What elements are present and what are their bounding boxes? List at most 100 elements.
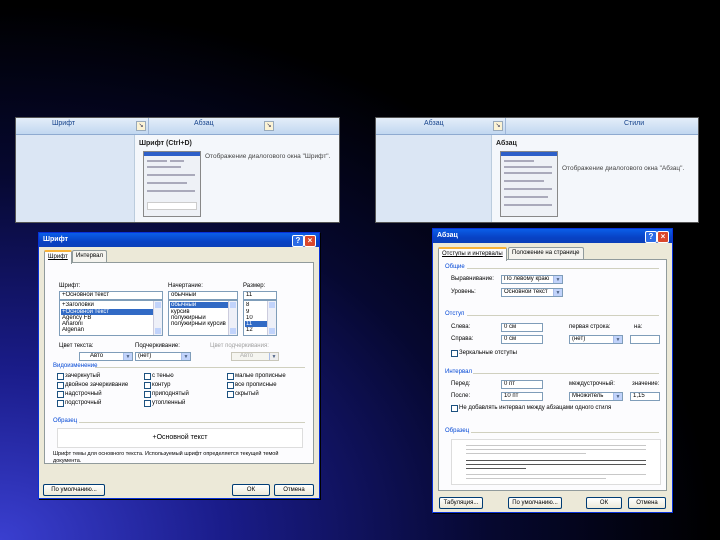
cancel-button[interactable]: Отмена xyxy=(628,497,666,509)
divider xyxy=(95,367,305,368)
small-caps-checkbox[interactable] xyxy=(227,373,234,380)
font-size-input[interactable]: 11 xyxy=(243,291,277,300)
divider xyxy=(467,268,659,269)
underline-color-select[interactable]: Авто ▼ xyxy=(231,352,279,361)
tooltip-font: Шрифт (Ctrl+D) Отображение диалогового о… xyxy=(134,135,339,222)
dialog-title-bar[interactable]: Абзац ? × xyxy=(433,229,672,243)
hidden-checkbox[interactable] xyxy=(227,391,234,398)
right-indent-input[interactable]: 0 см xyxy=(501,335,543,344)
tab-line-page-breaks[interactable]: Положение на странице xyxy=(508,247,584,259)
tooltip-title: Шрифт (Ctrl+D) xyxy=(139,140,192,147)
outline-checkbox[interactable] xyxy=(144,382,151,389)
alignment-label: Выравнивание: xyxy=(451,276,494,282)
default-button[interactable]: По умолчанию... xyxy=(43,484,105,496)
line-value-input[interactable]: 1,15 xyxy=(630,392,660,401)
dialog-launcher-icon[interactable]: ↘ xyxy=(264,121,274,131)
tab-spacing[interactable]: Интервал xyxy=(72,250,107,262)
ribbon-group-font[interactable]: Шрифт xyxy=(52,120,75,127)
chevron-down-icon[interactable]: ▼ xyxy=(613,393,622,400)
list-item[interactable]: +Заголовки xyxy=(61,302,153,308)
before-input[interactable]: 0 пт xyxy=(501,380,543,389)
list-item[interactable]: 12 xyxy=(245,327,267,333)
dialog-title-bar[interactable]: Шрифт ? × xyxy=(39,233,319,247)
tab-font[interactable]: Шрифт xyxy=(44,250,72,264)
cancel-button[interactable]: Отмена xyxy=(274,484,314,496)
scrollbar[interactable] xyxy=(267,301,276,335)
list-item[interactable]: 8 xyxy=(245,302,267,308)
tab-indents-spacing[interactable]: Отступы и интервалы xyxy=(438,247,507,261)
chevron-down-icon[interactable]: ▼ xyxy=(269,353,278,360)
paragraph-preview xyxy=(451,439,661,485)
paragraph-dialog: Абзац ? × Отступы и интервалы Положение … xyxy=(432,228,673,513)
help-icon[interactable]: ? xyxy=(292,235,304,247)
ok-button[interactable]: ОК xyxy=(586,497,622,509)
chevron-down-icon[interactable]: ▼ xyxy=(553,289,562,296)
help-icon[interactable]: ? xyxy=(645,231,657,243)
tooltip-preview-image xyxy=(500,151,558,217)
font-name-input[interactable]: +Основной текст xyxy=(59,291,163,300)
line-spacing-select[interactable]: Множитель ▼ xyxy=(569,392,623,401)
effect-label: зачеркнутый xyxy=(65,373,101,379)
chevron-down-icon[interactable]: ▼ xyxy=(553,276,562,283)
ribbon-group-paragraph[interactable]: Абзац xyxy=(194,120,214,127)
list-item[interactable]: Algerian xyxy=(61,327,153,333)
preview-line xyxy=(466,464,646,465)
ribbon-group-paragraph[interactable]: Абзац xyxy=(424,120,444,127)
chevron-down-icon[interactable]: ▼ xyxy=(613,336,622,343)
divider xyxy=(467,315,659,316)
scrollbar[interactable] xyxy=(153,301,162,335)
indents-tab-panel: Общие Выравнивание: По левому краю ▼ Уров… xyxy=(438,259,667,491)
mirror-indents-checkbox[interactable] xyxy=(451,350,458,357)
dialog-launcher-icon[interactable]: ↘ xyxy=(136,121,146,131)
effect-label: малые прописные xyxy=(235,373,286,379)
tooltip-description: Отображение диалогового окна "Шрифт". xyxy=(205,153,331,160)
left-indent-input[interactable]: 0 см xyxy=(501,323,543,332)
strikethrough-checkbox[interactable] xyxy=(57,373,64,380)
dialog-launcher-icon[interactable]: ↘ xyxy=(493,121,503,131)
sample-label: Образец xyxy=(53,418,78,424)
close-icon[interactable]: × xyxy=(304,235,316,247)
shadow-checkbox[interactable] xyxy=(144,373,151,380)
tooltip-description: Отображение диалогового окна "Абзац". xyxy=(562,165,685,172)
scrollbar[interactable] xyxy=(228,301,237,335)
chevron-down-icon[interactable]: ▼ xyxy=(181,353,190,360)
ok-button[interactable]: ОК xyxy=(232,484,270,496)
divider xyxy=(471,432,659,433)
tooltip-preview-image xyxy=(143,151,201,217)
alignment-select[interactable]: По левому краю ▼ xyxy=(501,275,563,284)
emboss-checkbox[interactable] xyxy=(144,391,151,398)
preview-line xyxy=(466,474,646,475)
subscript-checkbox[interactable] xyxy=(57,400,64,407)
font-style-input[interactable]: обычный xyxy=(168,291,238,300)
text-color-select[interactable]: Авто ▼ xyxy=(79,352,133,361)
line-spacing-value: Множитель xyxy=(572,393,604,399)
ribbon-group-styles[interactable]: Стили xyxy=(624,120,644,127)
chevron-down-icon[interactable]: ▼ xyxy=(123,353,132,360)
after-input[interactable]: 10 пт xyxy=(501,392,543,401)
font-list[interactable]: +Заголовки +Основной текст Agency FB Aha… xyxy=(59,300,163,336)
ribbon-area xyxy=(16,135,135,222)
list-item[interactable]: полужирный курсив xyxy=(170,321,228,327)
tooltip-title: Абзац xyxy=(496,140,517,147)
superscript-checkbox[interactable] xyxy=(57,391,64,398)
close-icon[interactable]: × xyxy=(657,231,669,243)
font-tab-panel: Шрифт: Начертание: Размер: +Основной тек… xyxy=(44,262,314,464)
double-strikethrough-checkbox[interactable] xyxy=(57,382,64,389)
by-input[interactable] xyxy=(630,335,660,344)
all-caps-checkbox[interactable] xyxy=(227,382,234,389)
size-label: Размер: xyxy=(243,283,266,289)
ribbon-paragraph-strip: Абзац ↘ Стили Абзац Отображение диалогов… xyxy=(375,117,699,223)
no-space-checkbox[interactable] xyxy=(451,405,458,412)
engrave-checkbox[interactable] xyxy=(144,400,151,407)
size-list[interactable]: 8 9 10 11 12 xyxy=(243,300,277,336)
effect-label: контур xyxy=(152,382,171,388)
tabs-button[interactable]: Табуляция... xyxy=(439,497,483,509)
first-line-select[interactable]: (нет) ▼ xyxy=(569,335,623,344)
style-list[interactable]: обычный курсив полужирный полужирный кур… xyxy=(168,300,238,336)
underline-select[interactable]: (нет) ▼ xyxy=(135,352,191,361)
divider xyxy=(473,373,659,374)
default-button[interactable]: По умолчанию... xyxy=(508,497,562,509)
effect-label: подстрочный xyxy=(65,400,102,406)
level-select[interactable]: Основной текст ▼ xyxy=(501,288,563,297)
list-item[interactable]: обычный xyxy=(170,302,228,308)
